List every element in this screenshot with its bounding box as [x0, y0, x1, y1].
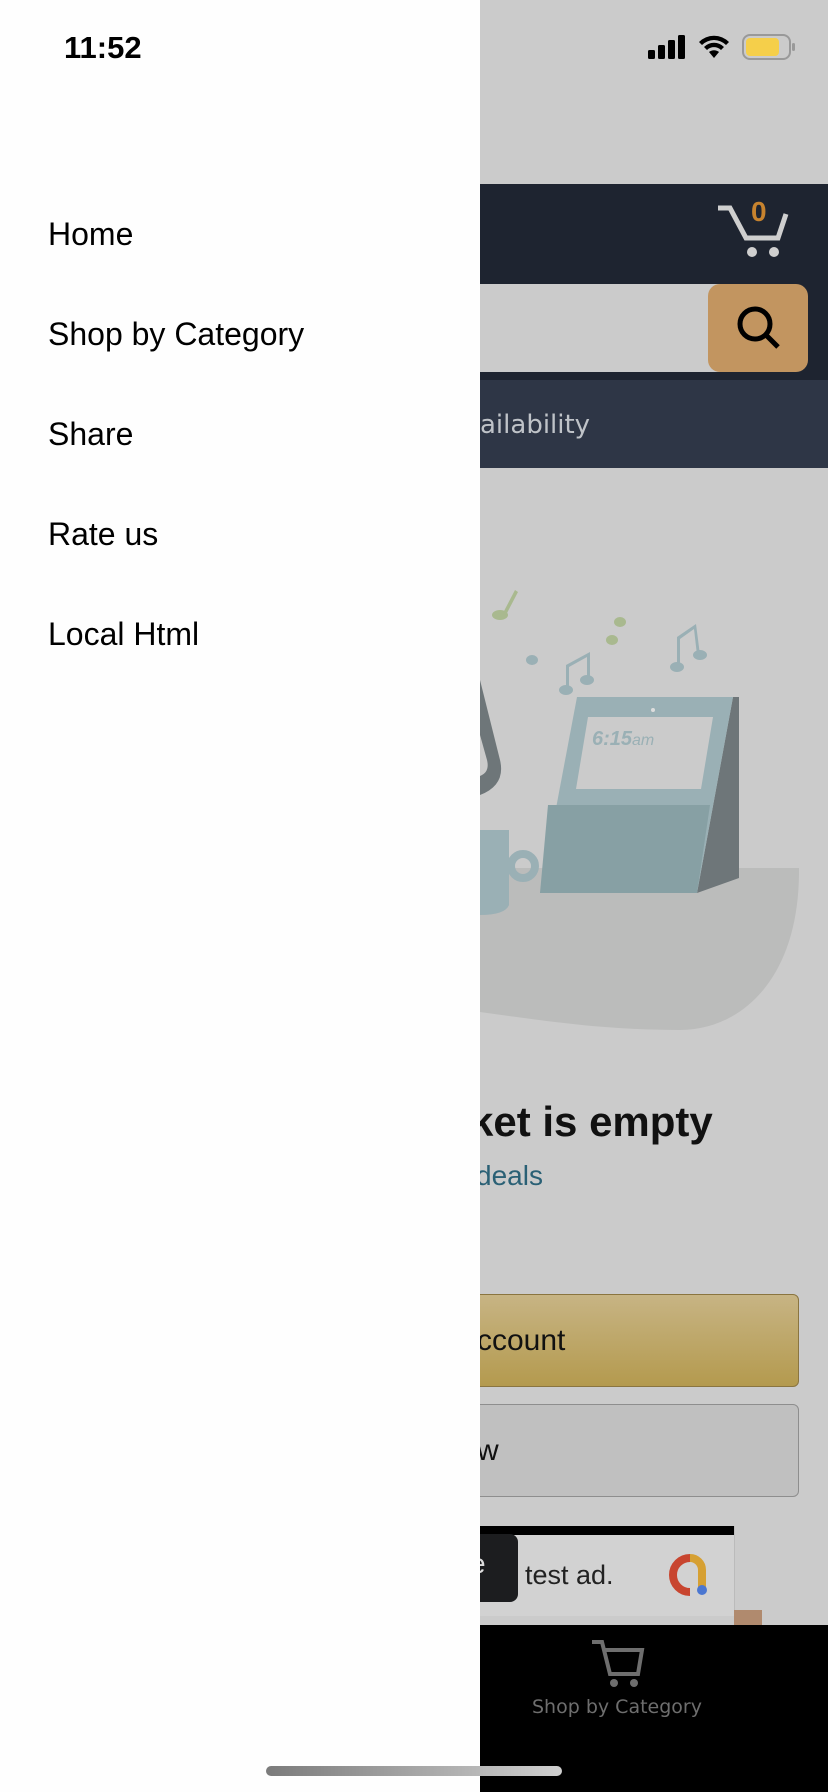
tab-cart-icon[interactable] — [590, 1638, 650, 1688]
wifi-icon — [699, 35, 729, 58]
empty-cart-illustration: 6:15am — [480, 590, 800, 1030]
availability-text: ailability — [480, 410, 591, 440]
sign-in-label: ccount — [477, 1323, 566, 1357]
drawer-item-share[interactable]: Share — [48, 414, 133, 454]
empty-cart-title: ket is empty — [470, 1098, 713, 1145]
drawer-item-local-html[interactable]: Local Html — [48, 614, 199, 654]
sign-up-label: w — [477, 1433, 499, 1467]
home-indicator[interactable] — [266, 1766, 562, 1776]
admob-logo-icon — [669, 1554, 707, 1596]
ad-text: test ad. — [525, 1560, 614, 1590]
search-input[interactable] — [480, 284, 740, 372]
clock-suffix: am — [632, 732, 654, 749]
clock-time: 6:15 — [592, 728, 633, 750]
music-notes-icon — [492, 590, 626, 645]
svg-text:6:15am: 6:15am — [592, 728, 654, 750]
drawer-item-shop-by-category[interactable]: Shop by Category — [48, 314, 304, 354]
search-icon — [737, 306, 780, 349]
cart-count-badge: 0 — [751, 196, 767, 227]
sign-up-button[interactable]: w — [440, 1404, 799, 1497]
cellular-signal-icon — [648, 35, 685, 59]
deals-link[interactable]: deals — [476, 1160, 543, 1192]
status-time: 11:52 — [64, 30, 142, 65]
search-button[interactable] — [708, 284, 808, 372]
drawer-item-home[interactable]: Home — [48, 214, 133, 254]
battery-icon — [742, 34, 795, 60]
navigation-drawer: 11:52 Home Shop by Category Share Rate u… — [0, 0, 480, 1792]
tab-shop-by-category[interactable]: Shop by Category — [532, 1696, 702, 1718]
status-icons — [648, 34, 796, 60]
sign-in-button[interactable]: ccount — [440, 1294, 799, 1387]
drawer-item-rate-us[interactable]: Rate us — [48, 514, 158, 554]
ad-image-fragment — [734, 1610, 762, 1625]
